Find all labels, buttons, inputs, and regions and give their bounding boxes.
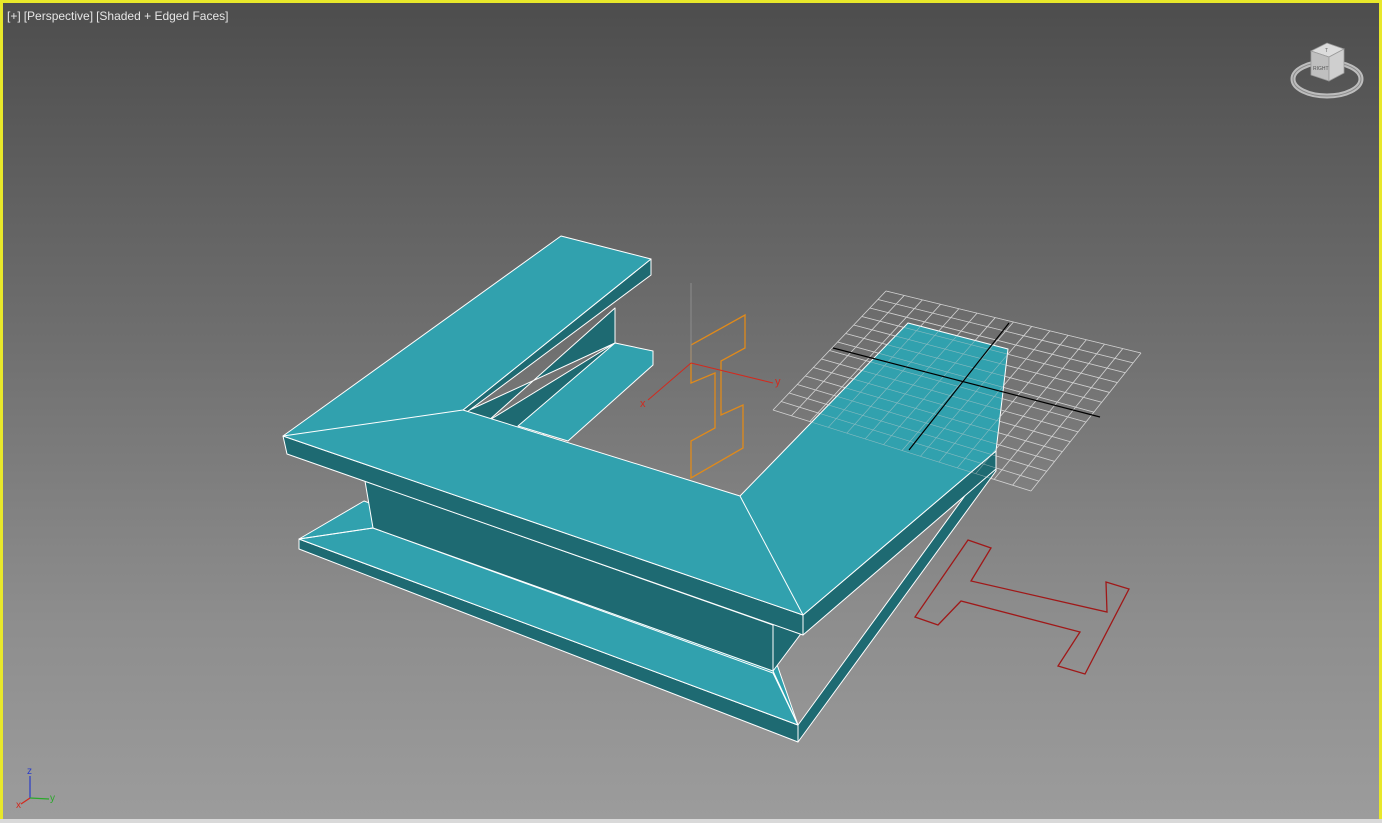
- grid-line: [1012, 348, 1124, 486]
- i-profile-shape[interactable]: [913, 539, 1130, 675]
- viewport-bottom-strip: [0, 819, 1382, 823]
- grid-line: [1030, 352, 1142, 492]
- tripod-y-axis: [29, 797, 50, 800]
- gizmo-x-label: x: [640, 398, 646, 410]
- grid-line: [993, 343, 1105, 480]
- transform-gizmo[interactable]: x y: [640, 283, 781, 410]
- tripod-z-label: z: [27, 766, 32, 777]
- gizmo-y-label: y: [775, 376, 781, 388]
- axis-tripod: z x y: [16, 766, 55, 811]
- viewcube[interactable]: RIGHT T: [1289, 37, 1367, 103]
- sweep-object[interactable]: [282, 235, 1009, 743]
- gizmo-x-axis: [647, 362, 692, 401]
- tripod-x-label: x: [16, 800, 21, 811]
- scene-canvas[interactable]: x y: [3, 3, 1382, 823]
- perspective-viewport[interactable]: [+] [Perspective] [Shaded + Edged Faces]: [0, 0, 1382, 823]
- tripod-y-label: y: [50, 793, 55, 804]
- selected-profile-shape[interactable]: [690, 313, 746, 480]
- viewcube-top-label: T: [1325, 48, 1328, 54]
- tripod-x-axis: [20, 797, 31, 805]
- viewcube-face-label: RIGHT: [1313, 66, 1329, 72]
- gizmo-y-axis: [690, 362, 774, 384]
